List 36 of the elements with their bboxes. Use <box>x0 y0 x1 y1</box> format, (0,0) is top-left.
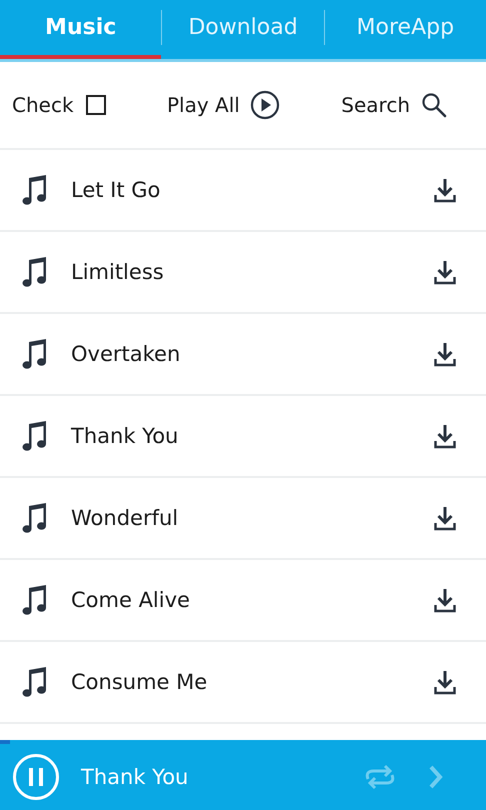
song-title: Let It Go <box>71 178 162 202</box>
song-title: Come Alive <box>71 588 191 612</box>
song-title: Consume Me <box>71 670 208 694</box>
song-row[interactable]: Limitless <box>0 232 486 314</box>
music-note-icon <box>22 174 48 206</box>
song-title: Thank You <box>71 424 180 448</box>
song-title: Wonderful <box>71 506 180 530</box>
music-note-icon <box>22 420 48 452</box>
check-label: Check <box>12 93 74 117</box>
download-icon[interactable] <box>434 505 456 531</box>
song-row[interactable]: Overtaken <box>0 314 486 396</box>
music-note-icon <box>22 338 48 370</box>
download-icon[interactable] <box>434 423 456 449</box>
music-note-icon <box>22 256 48 288</box>
search-button[interactable]: Search <box>341 91 448 119</box>
download-icon[interactable] <box>434 259 456 285</box>
song-title: Limitless <box>71 260 165 284</box>
song-row[interactable]: Thank You <box>0 396 486 478</box>
download-icon[interactable] <box>434 341 456 367</box>
pause-icon[interactable] <box>12 753 60 801</box>
play-icon <box>250 90 280 120</box>
download-icon[interactable] <box>434 669 456 695</box>
music-note-icon <box>22 584 48 616</box>
checkbox[interactable] <box>86 95 106 115</box>
song-row[interactable]: Consume Me <box>0 642 486 724</box>
song-row[interactable]: Wonderful <box>0 478 486 560</box>
song-row[interactable]: Let It Go <box>0 150 486 232</box>
download-icon[interactable] <box>434 587 456 613</box>
search-icon <box>420 91 448 119</box>
song-row[interactable]: Come Alive <box>0 560 486 642</box>
download-icon[interactable] <box>434 177 456 203</box>
music-note-icon <box>22 666 48 698</box>
music-note-icon <box>22 502 48 534</box>
now-playing-title: Thank You <box>81 765 190 789</box>
play-all-button[interactable]: Play All <box>166 90 280 120</box>
song-title: Overtaken <box>71 342 182 366</box>
